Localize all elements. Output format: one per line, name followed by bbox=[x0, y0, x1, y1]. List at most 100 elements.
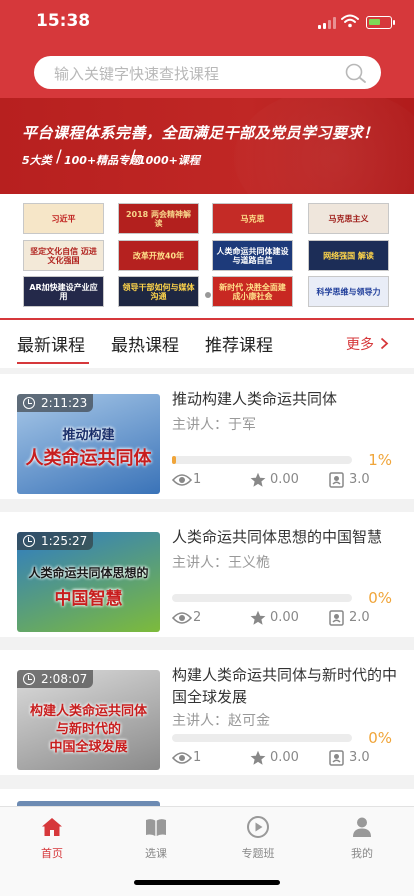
topic-thumbnail[interactable]: 科学思维与领导力 bbox=[308, 276, 389, 307]
duration-badge: 1:25:27 bbox=[17, 532, 94, 550]
tab-hottest[interactable]: 最热课程 bbox=[111, 331, 179, 356]
tab-recommended[interactable]: 推荐课程 bbox=[205, 331, 273, 356]
thumbnail-text: 马克思主义 bbox=[328, 214, 369, 223]
progress-bar bbox=[172, 594, 352, 602]
view-count: 1 bbox=[193, 750, 202, 765]
course-tabs: 最新课程 最热课程 推荐课程 更多 bbox=[0, 320, 414, 368]
eye-icon bbox=[172, 752, 192, 764]
thumbnail-text: 坚定文化自信 迈进文化强国 bbox=[30, 246, 97, 265]
course-thumbnail[interactable]: 2:08:07 构建人类命运共同体 与新时代的 中国全球发展 bbox=[17, 670, 160, 770]
topic-thumbnail[interactable]: 马克思主义 bbox=[308, 203, 389, 234]
progress-bar bbox=[172, 734, 352, 742]
course-title[interactable]: 人类命运共同体思想的中国智慧 bbox=[172, 526, 402, 548]
duration-badge: 2:11:23 bbox=[17, 394, 94, 412]
promo-banner[interactable]: 平台课程体系完善，全面满足干部及党员学习要求！ 5大类 / 100+精品专题 /… bbox=[0, 98, 414, 194]
tabbar-item-courses[interactable]: 选课 bbox=[104, 807, 208, 867]
thumbnail-caption: 与新时代的 bbox=[55, 722, 121, 737]
search-placeholder: 输入关键字快速查找课程 bbox=[54, 65, 220, 83]
book-icon bbox=[146, 819, 166, 836]
course-card[interactable]: 2:11:23 推动构建 人类命运共同体 推动构建人类命运共同体 主讲人：于军 1… bbox=[0, 374, 414, 499]
credit-value: 3.0 bbox=[349, 750, 370, 765]
thumbnail-text: 改革开放40年 bbox=[132, 251, 185, 260]
progress-percent: 0% bbox=[368, 589, 392, 607]
tab-latest[interactable]: 最新课程 bbox=[17, 331, 85, 356]
banner-stat: 100+精品专题 bbox=[64, 154, 141, 167]
course-thumbnail[interactable]: 1:25:27 人类命运共同体思想的 中国智慧 bbox=[17, 532, 160, 632]
tabbar-item-mine[interactable]: 我的 bbox=[310, 807, 414, 867]
eye-icon bbox=[172, 612, 192, 624]
topic-thumbnail[interactable]: 习近平 bbox=[23, 203, 104, 234]
topic-thumbnail[interactable]: 2018 两会精神解读 bbox=[118, 203, 199, 234]
progress-percent: 1% bbox=[368, 451, 392, 469]
thumbnail-caption: 人类命运共同体 bbox=[25, 448, 152, 469]
chevron-right-icon bbox=[381, 337, 389, 350]
course-card[interactable]: 2:08:07 构建人类命运共同体 与新时代的 中国全球发展 构建人类命运共同体与新… bbox=[0, 650, 414, 775]
duration-text: 1:25:27 bbox=[41, 534, 88, 548]
signal-icon bbox=[318, 17, 336, 29]
page-indicator-dot bbox=[205, 292, 211, 298]
topic-thumbnail-grid: 习近平 2018 两会精神解读 马克思 马克思主义坚定文化自信 迈进文化强国 改革开放4… bbox=[0, 194, 414, 318]
duration-text: 2:11:23 bbox=[41, 396, 88, 410]
lecturer-name: 王义桅 bbox=[228, 555, 270, 571]
course-thumbnail[interactable]: 2:11:23 推动构建人类命运共同体 bbox=[17, 394, 160, 494]
user-icon bbox=[353, 817, 371, 837]
topic-thumbnail[interactable]: 网络强国 解读 bbox=[308, 240, 389, 271]
more-link[interactable]: 更多 bbox=[346, 334, 389, 354]
play-circle-icon bbox=[247, 816, 269, 838]
course-title[interactable]: 构建人类命运共同体与新时代的中国全球发展 bbox=[172, 664, 402, 708]
lecturer-prefix: 主讲人： bbox=[172, 555, 228, 571]
tabbar-label: 首页 bbox=[41, 847, 63, 860]
star-icon bbox=[250, 472, 266, 487]
lecturer-prefix: 主讲人： bbox=[172, 713, 228, 729]
lecturer-prefix: 主讲人： bbox=[172, 417, 228, 433]
topic-thumbnail[interactable]: 马克思 bbox=[212, 203, 293, 234]
thumbnail-text: 2018 两会精神解读 bbox=[125, 209, 192, 228]
tabbar-item-home[interactable]: 首页 bbox=[0, 807, 104, 867]
app-screen: 15:38 输入关键字快速查找课程 平台课程体系完善，全面满足干部及党员学习要求… bbox=[0, 0, 414, 896]
tabbar-item-special-class[interactable]: 专题班 bbox=[206, 807, 310, 867]
thumbnail-text: AR加快建设产业应用 bbox=[29, 282, 98, 301]
thumbnail-text: 新时代 决胜全面建成小康社会 bbox=[219, 282, 286, 301]
status-bar: 15:38 bbox=[0, 0, 414, 44]
lecturer-name: 于军 bbox=[228, 417, 256, 433]
view-count: 2 bbox=[193, 610, 202, 625]
eye-icon bbox=[172, 474, 192, 486]
wifi-icon bbox=[341, 14, 359, 28]
credit-icon bbox=[329, 610, 344, 626]
topic-thumbnail[interactable]: AR加快建设产业应用 bbox=[23, 276, 104, 307]
slash-divider: / bbox=[130, 147, 136, 167]
home-indicator bbox=[134, 880, 280, 885]
thumbnail-text: 领导干部如何与媒体沟通 bbox=[122, 282, 195, 301]
progress-bar bbox=[172, 456, 352, 464]
status-time: 15:38 bbox=[36, 11, 91, 31]
topic-thumbnail[interactable]: 新时代 决胜全面建成小康社会 bbox=[212, 276, 293, 307]
home-icon bbox=[42, 818, 62, 836]
topic-thumbnail[interactable]: 领导干部如何与媒体沟通 bbox=[118, 276, 199, 307]
battery-icon bbox=[366, 16, 395, 29]
rating-value: 0.00 bbox=[270, 610, 299, 625]
banner-stat: 1000+课程 bbox=[138, 154, 200, 167]
banner-headline: 平台课程体系完善，全面满足干部及党员学习要求！ bbox=[22, 124, 379, 142]
thumbnail-caption: 构建人类命运共同体 bbox=[29, 704, 147, 719]
topic-thumbnail[interactable]: 坚定文化自信 迈进文化强国 bbox=[23, 240, 104, 271]
rating-value: 0.00 bbox=[270, 750, 299, 765]
active-tab-underline bbox=[17, 362, 89, 364]
course-card[interactable]: 1:25:27 人类命运共同体思想的 中国智慧 人类命运共同体思想的中国智慧 主讲… bbox=[0, 512, 414, 637]
topic-thumbnail[interactable]: 改革开放40年 bbox=[118, 240, 199, 271]
search-input[interactable]: 输入关键字快速查找课程 bbox=[34, 56, 381, 89]
course-title[interactable]: 推动构建人类命运共同体 bbox=[172, 388, 402, 410]
header: 15:38 输入关键字快速查找课程 bbox=[0, 0, 414, 98]
view-count: 1 bbox=[193, 472, 202, 487]
more-label: 更多 bbox=[346, 337, 374, 353]
duration-text: 2:08:07 bbox=[41, 672, 88, 686]
search-icon[interactable] bbox=[344, 62, 368, 84]
banner-stat: 5大类 bbox=[22, 154, 52, 167]
credit-icon bbox=[329, 750, 344, 766]
topic-thumbnail[interactable]: 人类命运共同体建设与道路自信 bbox=[212, 240, 293, 271]
credit-value: 3.0 bbox=[349, 472, 370, 487]
thumbnail-caption: 推动构建 bbox=[62, 428, 115, 443]
clock-icon bbox=[23, 535, 35, 547]
progress-percent: 0% bbox=[368, 729, 392, 747]
course-lecturer: 主讲人：王义桅 bbox=[172, 552, 270, 572]
credit-value: 2.0 bbox=[349, 610, 370, 625]
